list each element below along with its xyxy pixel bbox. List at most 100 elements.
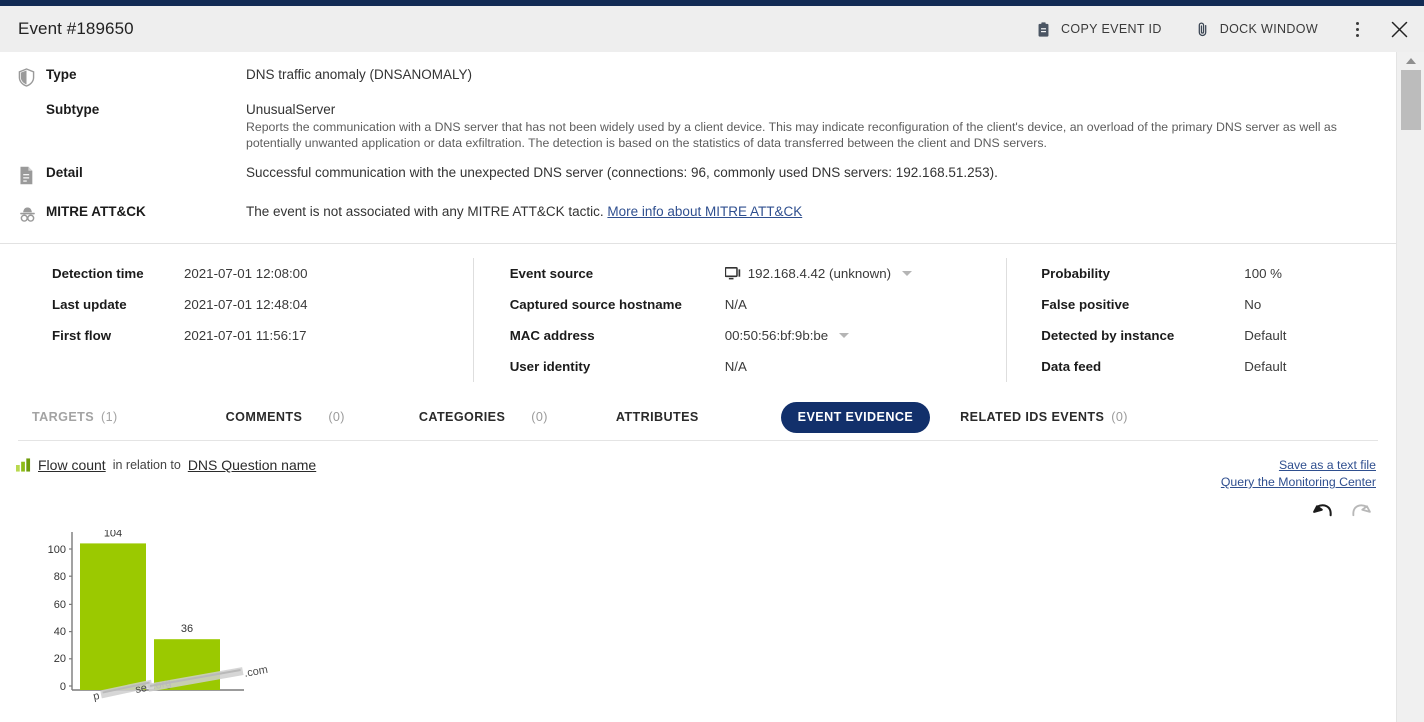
- value-first-flow: 2021-07-01 11:56:17: [184, 328, 306, 343]
- subtype-spacer: [18, 101, 46, 103]
- info-row-detection-time: Detection time 2021-07-01 12:08:00: [18, 258, 459, 289]
- evidence-metric-link[interactable]: Flow count: [38, 457, 106, 473]
- mitre-more-info-link[interactable]: More info about MITRE ATT&CK: [607, 204, 802, 219]
- tab-comments-count: (0): [328, 410, 345, 424]
- tab-categories-count: (0): [531, 410, 548, 424]
- tab-event-evidence[interactable]: EVENT EVIDENCE: [781, 402, 930, 433]
- detail-row-detail: Detail Successful communication with the…: [0, 164, 1396, 190]
- x-label-2: se: [134, 682, 148, 696]
- copy-event-id-button[interactable]: COPY EVENT ID: [1019, 6, 1178, 52]
- dock-window-button[interactable]: DOCK WINDOW: [1178, 6, 1334, 52]
- window-title: Event #189650: [18, 19, 134, 39]
- redo-icon[interactable]: [1350, 502, 1372, 524]
- info-row-false-positive: False positive No: [1041, 289, 1364, 320]
- y-tick-80: 80: [54, 571, 66, 583]
- tab-comments[interactable]: COMMENTS (0): [216, 410, 355, 424]
- detail-row-type: Type DNS traffic anomaly (DNSANOMALY): [0, 66, 1396, 92]
- info-row-data-feed: Data feed Default: [1041, 351, 1364, 382]
- undo-redo-controls: [1221, 502, 1376, 524]
- tab-attributes[interactable]: ATTRIBUTES: [606, 410, 709, 424]
- evidence-chart: 100 80 60 40 20 0: [0, 530, 1396, 722]
- label-detected-by-instance: Detected by instance: [1041, 328, 1244, 343]
- detail-label-type: Type: [46, 66, 246, 82]
- x-label-1: p: [92, 690, 100, 703]
- info-row-probability: Probability 100 %: [1041, 258, 1364, 289]
- close-icon[interactable]: [1374, 6, 1424, 52]
- detail-label-mitre: MITRE ATT&CK: [46, 203, 246, 219]
- evidence-links: Save as a text file Query the Monitoring…: [1221, 457, 1376, 524]
- value-last-update: 2021-07-01 12:48:04: [184, 297, 307, 312]
- tab-categories[interactable]: CATEGORIES (0): [409, 410, 558, 424]
- label-captured-hostname: Captured source hostname: [510, 297, 725, 312]
- value-user-identity: N/A: [725, 359, 747, 374]
- event-source-text: 192.168.4.42 (unknown): [748, 266, 891, 281]
- evidence-dimension-link[interactable]: DNS Question name: [188, 457, 316, 473]
- more-options-icon[interactable]: [1340, 6, 1374, 52]
- tab-related-ids-events[interactable]: RELATED IDS EVENTS (0): [950, 410, 1138, 424]
- value-detected-by-instance: Default: [1244, 328, 1286, 343]
- label-probability: Probability: [1041, 266, 1244, 281]
- detail-value-type: DNS traffic anomaly (DNSANOMALY): [246, 66, 472, 83]
- scrollbar-thumb[interactable]: [1401, 70, 1421, 130]
- event-summary-block: Type DNS traffic anomaly (DNSANOMALY) Su…: [0, 52, 1396, 229]
- info-row-captured-hostname: Captured source hostname N/A: [510, 289, 993, 320]
- y-tick-60: 60: [54, 599, 66, 611]
- y-tick-40: 40: [54, 626, 66, 638]
- value-captured-hostname: N/A: [725, 297, 747, 312]
- chart-y-ticks: 100 80 60 40 20 0: [48, 544, 66, 693]
- detail-description-subtype: Reports the communication with a DNS ser…: [246, 120, 1366, 151]
- info-row-first-flow: First flow 2021-07-01 11:56:17: [18, 320, 459, 351]
- label-data-feed: Data feed: [1041, 359, 1244, 374]
- vertical-scrollbar[interactable]: [1396, 52, 1424, 722]
- value-probability: 100 %: [1244, 266, 1282, 281]
- detail-row-subtype: Subtype UnusualServer Reports the commun…: [0, 101, 1396, 151]
- detail-label-detail: Detail: [46, 164, 246, 180]
- info-column-source: Event source 192.168.4.42 (unknown): [473, 258, 1007, 382]
- shield-icon: [18, 66, 46, 92]
- paperclip-icon: [1194, 21, 1211, 38]
- window-titlebar: Event #189650 COPY EVENT ID: [0, 6, 1424, 52]
- chart-bar-1-value: 104: [104, 530, 122, 539]
- label-false-positive: False positive: [1041, 297, 1244, 312]
- flow-count-bar-chart[interactable]: 100 80 60 40 20 0: [16, 530, 376, 722]
- y-tick-100: 100: [48, 544, 66, 556]
- y-tick-0: 0: [60, 681, 66, 693]
- tab-targets[interactable]: TARGETS (1): [22, 410, 128, 424]
- query-monitoring-center-link[interactable]: Query the Monitoring Center: [1221, 474, 1376, 491]
- mac-address-dropdown-icon[interactable]: [839, 333, 849, 338]
- svg-text:.com: .com: [243, 664, 269, 680]
- info-row-mac-address: MAC address 00:50:56:bf:9b:be: [510, 320, 993, 351]
- tab-targets-count: (1): [101, 410, 118, 424]
- y-tick-20: 20: [54, 653, 66, 665]
- info-row-last-update: Last update 2021-07-01 12:48:04: [18, 289, 459, 320]
- evidence-header: Flow count in relation to DNS Question n…: [0, 441, 1396, 524]
- undo-icon[interactable]: [1312, 502, 1334, 524]
- event-detail-window: Event #189650 COPY EVENT ID: [0, 0, 1424, 722]
- spy-icon: [18, 203, 46, 229]
- event-content: Type DNS traffic anomaly (DNSANOMALY) Su…: [0, 52, 1396, 722]
- mitre-text: The event is not associated with any MIT…: [246, 204, 607, 219]
- label-last-update: Last update: [18, 297, 184, 312]
- tab-comments-label: COMMENTS: [226, 410, 303, 424]
- event-source-dropdown-icon[interactable]: [902, 271, 912, 276]
- tab-related-ids-events-label: RELATED IDS EVENTS: [960, 410, 1104, 424]
- value-detection-time: 2021-07-01 12:08:00: [184, 266, 307, 281]
- label-mac-address: MAC address: [510, 328, 725, 343]
- info-column-assessment: Probability 100 % False positive No Dete…: [1006, 258, 1378, 382]
- copy-event-id-label: COPY EVENT ID: [1061, 22, 1162, 36]
- dock-window-label: DOCK WINDOW: [1220, 22, 1318, 36]
- info-row-detected-by-instance: Detected by instance Default: [1041, 320, 1364, 351]
- detail-value-detail: Successful communication with the unexpe…: [246, 164, 998, 181]
- value-data-feed: Default: [1244, 359, 1286, 374]
- scroll-up-icon[interactable]: [1397, 52, 1424, 70]
- chart-bar-2-value: 36: [181, 623, 193, 635]
- save-as-text-file-link[interactable]: Save as a text file: [1221, 457, 1376, 474]
- value-mac-address: 00:50:56:bf:9b:be: [725, 328, 850, 343]
- value-event-source: 192.168.4.42 (unknown): [725, 266, 912, 281]
- chart-bar-1[interactable]: [80, 543, 146, 690]
- label-user-identity: User identity: [510, 359, 725, 374]
- label-event-source: Event source: [510, 266, 725, 281]
- tab-event-evidence-label: EVENT EVIDENCE: [798, 410, 913, 424]
- event-info-columns: Detection time 2021-07-01 12:08:00 Last …: [0, 243, 1396, 382]
- detail-value-subtype: UnusualServer: [246, 101, 1366, 118]
